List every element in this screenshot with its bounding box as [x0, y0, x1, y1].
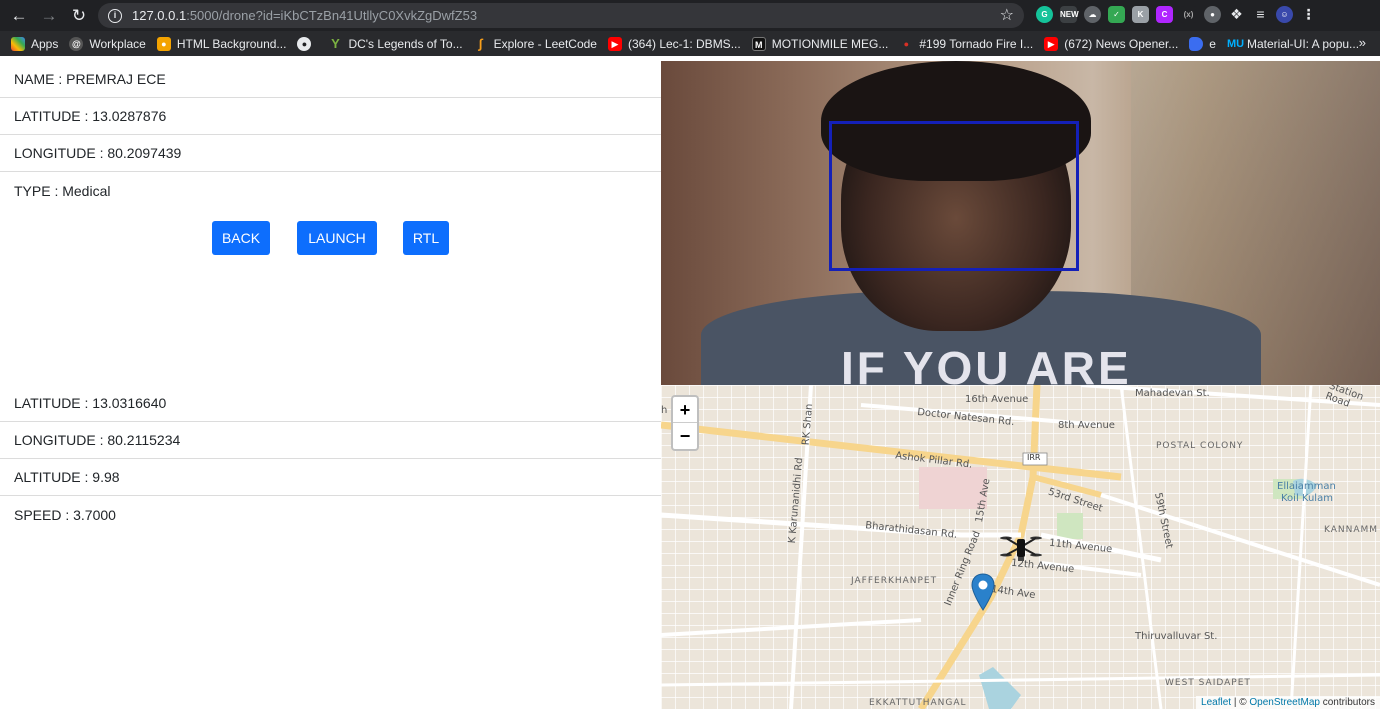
map-label-koil-kulam: Koil Kulam	[1281, 493, 1333, 504]
url-path: :5000/drone?id=iKbCTzBn41UtllyC0XvkZgDwf…	[186, 8, 478, 23]
leetcode-icon: ∫	[478, 35, 483, 51]
bookmark-leetcode[interactable]: ∫ Explore - LeetCode	[474, 35, 597, 51]
forward-arrow-icon[interactable]: →	[38, 5, 60, 27]
map-label-ekkattuthangal: EKKATTUTHANGAL	[869, 698, 967, 708]
reload-icon[interactable]: ↻	[68, 5, 90, 27]
bookmark-workplace[interactable]: @ Workplace	[69, 36, 146, 51]
html-bg-icon: ●	[156, 36, 171, 51]
xml-extension-icon[interactable]: (x)	[1180, 6, 1197, 23]
puzzle-extensions-icon[interactable]: ❖	[1228, 6, 1245, 23]
bookmark-globe[interactable]: ●	[297, 36, 317, 51]
bookmark-news-opener[interactable]: ▶ (672) News Opener...	[1044, 36, 1179, 51]
profile-avatar-icon[interactable]: ☺	[1276, 6, 1293, 23]
bookmark-label: HTML Background...	[176, 36, 287, 51]
motionmile-icon: M	[751, 36, 766, 51]
leaflet-link[interactable]: Leaflet	[1201, 697, 1231, 708]
bookmark-label: Material-UI: A popu...	[1246, 36, 1360, 51]
rtl-button[interactable]: RTL	[403, 221, 449, 255]
grammarly-extension-icon[interactable]: G	[1036, 6, 1053, 23]
yify-icon: Y	[331, 35, 340, 51]
bookmark-label: Workplace	[89, 36, 146, 51]
tornado-icon: ●	[903, 38, 910, 49]
info-latitude: LATITUDE : 13.0287876	[0, 98, 661, 135]
bookmark-dbms-lecture[interactable]: ▶ (364) Lec-1: DBMS...	[607, 36, 741, 51]
zoom-out-button[interactable]: −	[673, 423, 697, 449]
url-host: 127.0.0.1	[132, 8, 187, 23]
telemetry-longitude: LONGITUDE : 80.2115234	[0, 422, 661, 459]
map-view[interactable]: Mahadevan St. Station Road 16th Avenue D…	[661, 385, 1380, 709]
c-extension-icon[interactable]: C	[1156, 6, 1173, 23]
bookmark-label: e	[1209, 36, 1216, 51]
launch-button[interactable]: LAUNCH	[297, 221, 377, 255]
bookmark-label: #199 Tornado Fire I...	[919, 36, 1034, 51]
back-arrow-icon[interactable]: ←	[8, 5, 30, 27]
globe-icon: ●	[297, 36, 312, 51]
telemetry-speed: SPEED : 3.7000	[14, 506, 116, 523]
telemetry-panel: LATITUDE : 13.0316640 LONGITUDE : 80.211…	[0, 385, 661, 533]
map-label-ellaiamman: Ellaiamman	[1277, 481, 1336, 492]
bookmark-motionmile[interactable]: M MOTIONMILE MEG...	[751, 36, 889, 51]
action-buttons: BACK LAUNCH RTL	[212, 221, 449, 255]
workplace-icon: @	[69, 36, 84, 51]
bookmark-material-ui[interactable]: MU Material-UI: A popu...	[1227, 37, 1359, 51]
map-label-16th-avenue: 16th Avenue	[965, 394, 1029, 405]
shield-extension-icon[interactable]: ✓	[1108, 6, 1125, 23]
bookmark-label: DC's Legends of To...	[348, 36, 463, 51]
map-attribution: Leaflet | © OpenStreetMap contributors	[1196, 696, 1380, 709]
drone-icon[interactable]	[999, 533, 1043, 563]
reading-list-icon[interactable]: ≡	[1252, 6, 1269, 23]
bookmark-label: (364) Lec-1: DBMS...	[627, 36, 741, 51]
address-bar[interactable]: i 127.0.0.1:5000/drone?id=iKbCTzBn41Utll…	[98, 3, 1024, 28]
bookmark-label: (672) News Opener...	[1064, 36, 1179, 51]
site-info-icon[interactable]: i	[108, 8, 122, 23]
location-pin-icon[interactable]	[971, 573, 995, 611]
bookmark-e-icon	[1189, 36, 1204, 51]
map-label-jafferkhanpet: JAFFERKHANPET	[851, 576, 938, 586]
bookmark-dc-legends[interactable]: Y DC's Legends of To...	[328, 35, 463, 51]
bookmark-label: MOTIONMILE MEG...	[771, 36, 889, 51]
cloud-extension-icon[interactable]: ☁	[1084, 6, 1101, 23]
mic-extension-icon[interactable]: ●	[1204, 6, 1221, 23]
telemetry-latitude: LATITUDE : 13.0316640	[0, 385, 661, 422]
drone-info-panel: NAME : PREMRAJ ECE LATITUDE : 13.0287876…	[0, 61, 661, 709]
bookmark-apps[interactable]: Apps	[11, 36, 59, 51]
bookmark-label: Apps	[31, 36, 59, 51]
map-label-west-saidapet: WEST SAIDAPET	[1165, 678, 1251, 688]
info-name: NAME : PREMRAJ ECE	[0, 61, 661, 98]
more-bookmarks-chevron-icon[interactable]: »	[1359, 35, 1366, 50]
map-label-postal-colony: POSTAL COLONY	[1156, 441, 1244, 451]
bookmark-star-icon[interactable]: ☆	[1000, 5, 1014, 25]
telemetry-altitude: ALTITUDE : 9.98	[0, 459, 661, 496]
map-label-thiruvalluvar: Thiruvalluvar St.	[1135, 631, 1218, 642]
bookmark-tornado-fire[interactable]: ● #199 Tornado Fire I...	[899, 36, 1034, 51]
info-longitude: LONGITUDE : 80.2097439	[0, 135, 661, 172]
k-extension-icon[interactable]: K	[1132, 6, 1149, 23]
bookmark-label: Explore - LeetCode	[493, 36, 597, 51]
zoom-in-button[interactable]: +	[673, 397, 697, 423]
openstreetmap-link[interactable]: OpenStreetMap	[1249, 697, 1320, 708]
new-extension-icon[interactable]: NEW	[1060, 6, 1079, 23]
info-type: TYPE : Medical	[14, 182, 111, 199]
map-label-kannamm: KANNAMM	[1324, 525, 1379, 535]
youtube-icon: ▶	[607, 36, 622, 51]
map-label-mahadevan: Mahadevan St.	[1135, 388, 1210, 399]
youtube-icon: ▶	[1044, 36, 1059, 51]
apps-grid-icon	[11, 36, 25, 51]
map-label-8th-avenue: 8th Avenue	[1058, 420, 1115, 431]
face-detection-box	[829, 121, 1079, 271]
zoom-control: + −	[671, 395, 699, 451]
extensions-bar: G NEW ☁ ✓ K C (x) ● ❖ ≡ ☺ ⋮	[1036, 6, 1317, 23]
bookmark-e[interactable]: e	[1189, 36, 1216, 51]
material-ui-icon: MU	[1226, 37, 1245, 50]
bookmarks-bar: Apps @ Workplace ● HTML Background... ● YD…	[0, 31, 1380, 56]
back-button[interactable]: BACK	[212, 221, 270, 255]
attribution-tail: contributors	[1319, 697, 1375, 708]
browser-toolbar: ← → ↻ i 127.0.0.1:5000/drone?id=iKbCTzBn…	[0, 0, 1380, 31]
bookmark-html-background[interactable]: ● HTML Background...	[156, 36, 287, 51]
menu-kebab-icon[interactable]: ⋮	[1300, 6, 1317, 23]
attribution-separator: | ©	[1231, 697, 1250, 708]
camera-shirt-text: IF YOU ARE	[841, 342, 1132, 385]
map-label-irr: IRR	[1027, 453, 1041, 462]
camera-feed: IF YOU ARE	[661, 61, 1380, 385]
